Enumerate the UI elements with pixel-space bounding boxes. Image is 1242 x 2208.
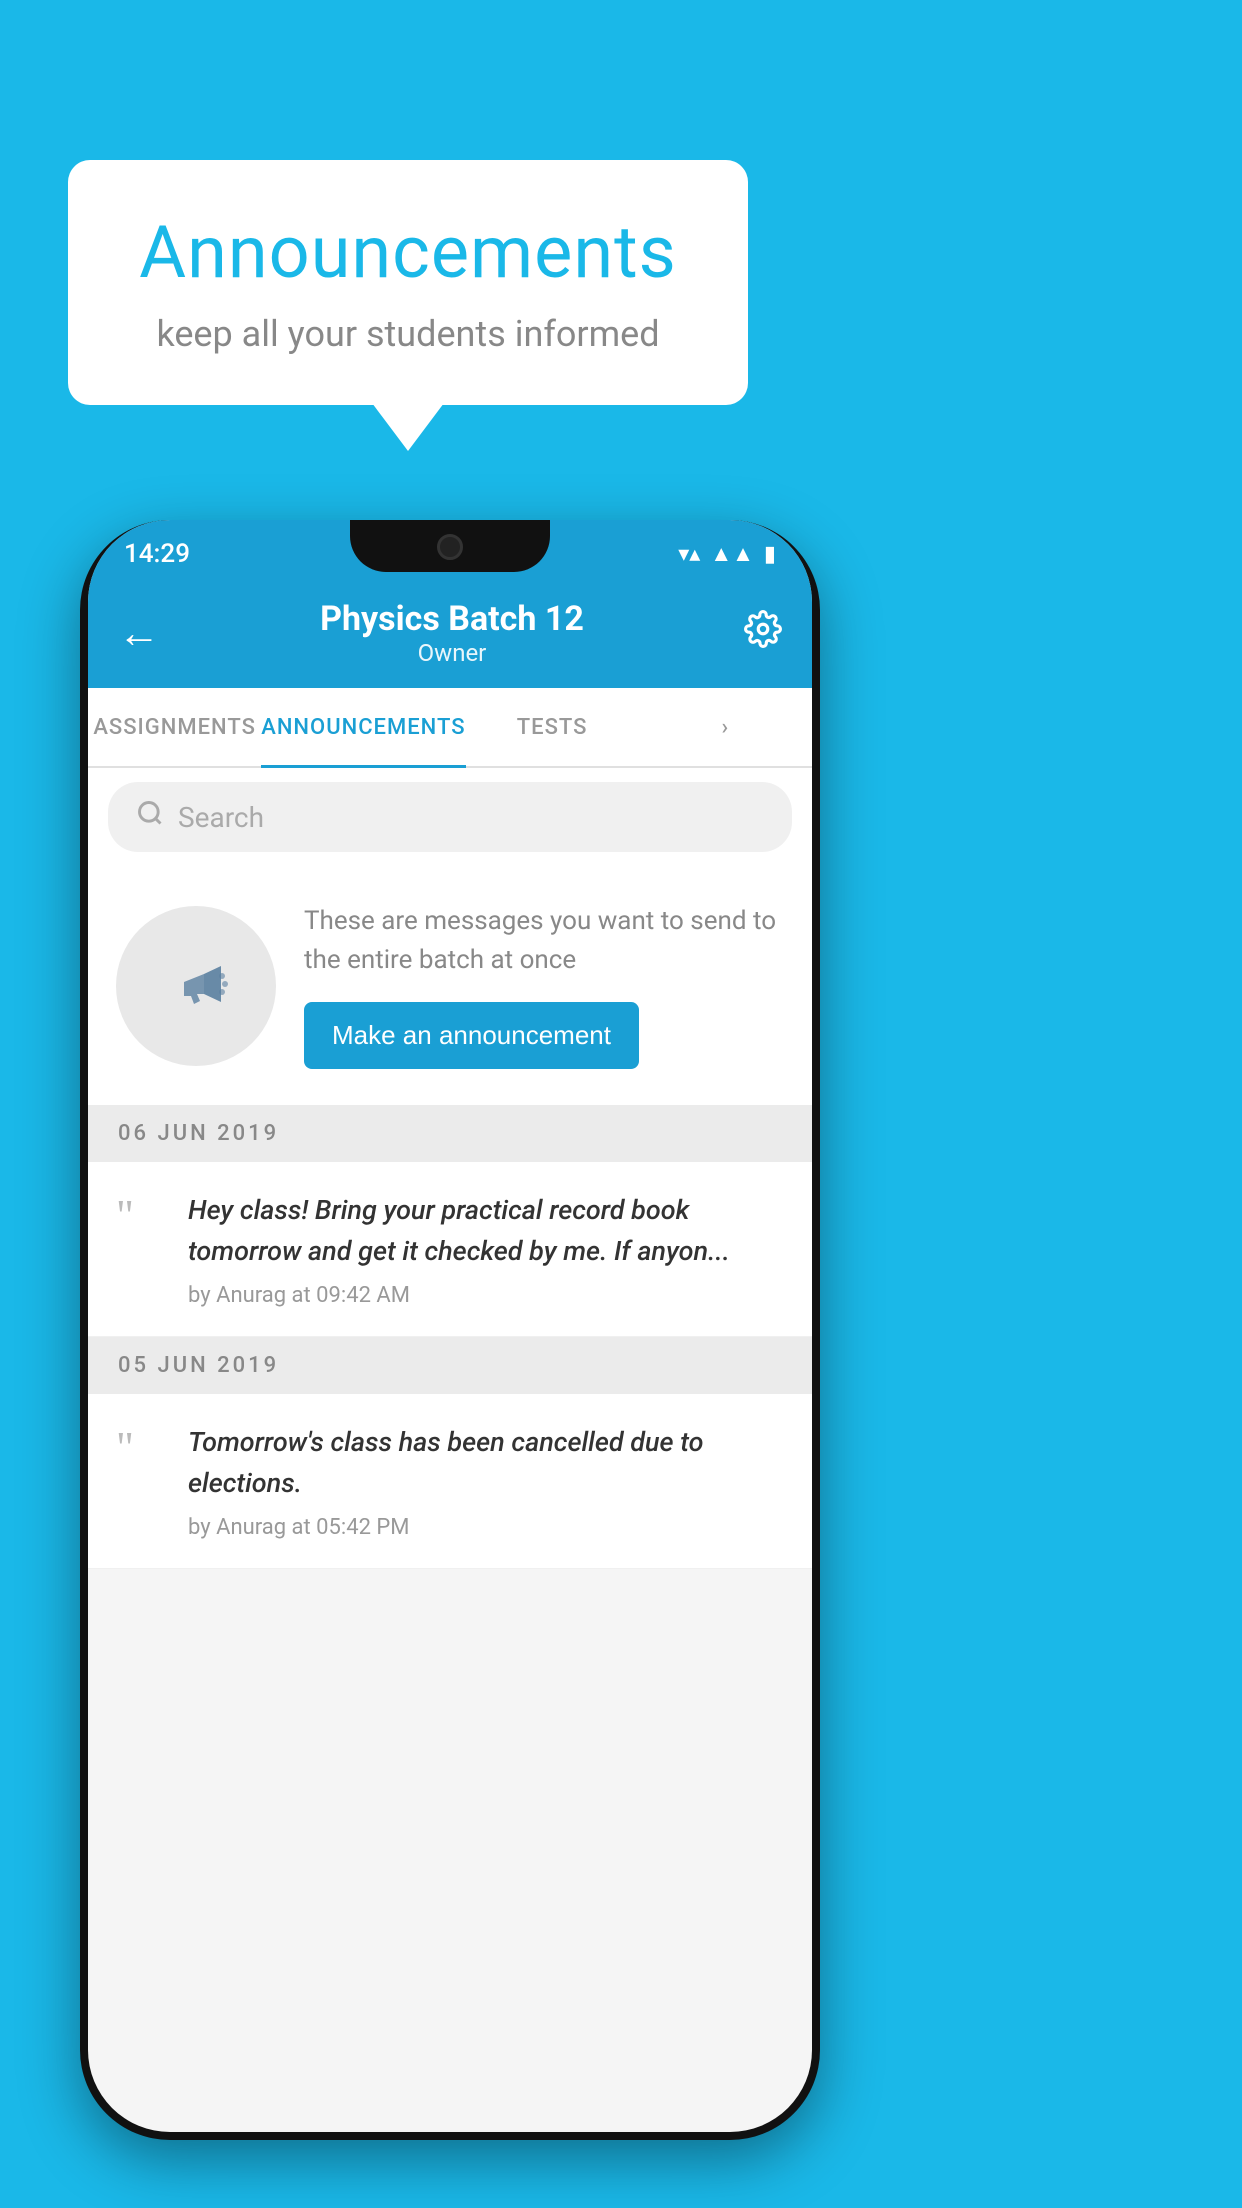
quote-icon-1: " xyxy=(116,1194,166,1238)
announcement-content-1: Hey class! Bring your practical record b… xyxy=(188,1190,784,1308)
announcement-meta-1: by Anurag at 09:42 AM xyxy=(188,1283,784,1308)
search-icon xyxy=(136,799,164,835)
phone-camera xyxy=(437,534,463,560)
tabs-bar: ASSIGNMENTS ANNOUNCEMENTS TESTS › xyxy=(88,688,812,768)
tab-tests[interactable]: TESTS xyxy=(466,688,639,766)
promo-description: These are messages you want to send to t… xyxy=(304,902,784,980)
promo-content: These are messages you want to send to t… xyxy=(304,902,784,1069)
settings-icon[interactable] xyxy=(744,610,782,657)
app-bar-title-group: Physics Batch 12 Owner xyxy=(320,599,584,667)
wifi-icon: ▾▴ xyxy=(678,542,700,567)
status-icons: ▾▴ ▲▲ ▮ xyxy=(678,541,776,567)
promo-card: These are messages you want to send to t… xyxy=(88,866,812,1105)
quote-icon-2: " xyxy=(116,1426,166,1470)
tab-announcements[interactable]: ANNOUNCEMENTS xyxy=(261,688,465,766)
make-announcement-button[interactable]: Make an announcement xyxy=(304,1002,639,1069)
app-bar-title: Physics Batch 12 xyxy=(320,599,584,639)
phone-screen: 14:29 ▾▴ ▲▲ ▮ ← Physics Batch 12 Owner xyxy=(88,520,812,2132)
announcement-item-1[interactable]: " Hey class! Bring your practical record… xyxy=(88,1162,812,1337)
app-bar-subtitle: Owner xyxy=(320,639,584,667)
date-separator-1: 06 JUN 2019 xyxy=(88,1105,812,1162)
status-time: 14:29 xyxy=(124,539,190,569)
speech-bubble-title: Announcements xyxy=(128,210,688,295)
content-area: 06 JUN 2019 " Hey class! Bring your prac… xyxy=(88,1105,812,1569)
speech-bubble: Announcements keep all your students inf… xyxy=(68,160,748,405)
tab-more[interactable]: › xyxy=(639,688,812,766)
phone-notch xyxy=(350,520,550,572)
app-bar: ← Physics Batch 12 Owner xyxy=(88,578,812,688)
phone-wrapper: 14:29 ▾▴ ▲▲ ▮ ← Physics Batch 12 Owner xyxy=(80,520,820,2140)
announcement-item-2[interactable]: " Tomorrow's class has been cancelled du… xyxy=(88,1394,812,1569)
signal-icon: ▲▲ xyxy=(710,541,754,567)
battery-icon: ▮ xyxy=(764,542,776,567)
speech-bubble-subtitle: keep all your students informed xyxy=(128,313,688,355)
search-container: Search xyxy=(88,768,812,866)
announcement-content-2: Tomorrow's class has been cancelled due … xyxy=(188,1422,784,1540)
tab-assignments[interactable]: ASSIGNMENTS xyxy=(88,688,261,766)
phone-outer: 14:29 ▾▴ ▲▲ ▮ ← Physics Batch 12 Owner xyxy=(80,520,820,2140)
search-input[interactable]: Search xyxy=(178,801,264,834)
speech-bubble-container: Announcements keep all your students inf… xyxy=(68,160,748,405)
announcement-meta-2: by Anurag at 05:42 PM xyxy=(188,1515,784,1540)
search-box[interactable]: Search xyxy=(108,782,792,852)
back-button[interactable]: ← xyxy=(118,609,160,658)
announcement-text-1: Hey class! Bring your practical record b… xyxy=(188,1190,784,1271)
announcement-icon-circle xyxy=(116,906,276,1066)
date-separator-2: 05 JUN 2019 xyxy=(88,1337,812,1394)
announcement-text-2: Tomorrow's class has been cancelled due … xyxy=(188,1422,784,1503)
